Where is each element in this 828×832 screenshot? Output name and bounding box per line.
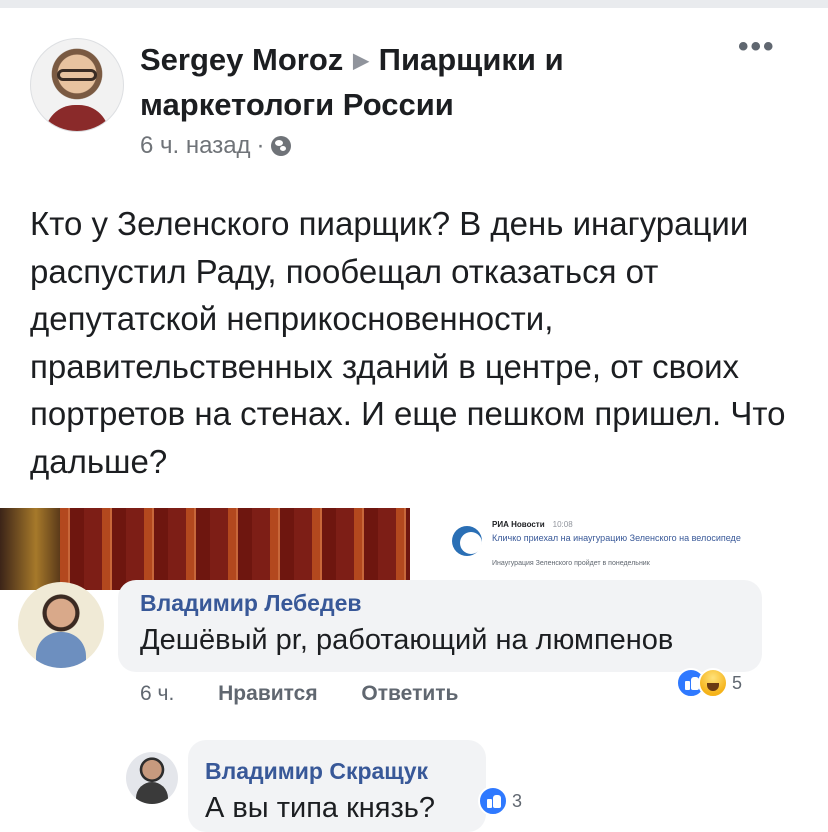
more-icon[interactable]: ••• [738, 30, 776, 64]
commenter-avatar[interactable] [126, 752, 178, 804]
commenter-avatar[interactable] [18, 582, 104, 668]
author-name-link[interactable]: Sergey Moroz [140, 42, 343, 77]
post-timestamp[interactable]: 6 ч. назад [140, 132, 251, 160]
avatar-glasses [57, 69, 97, 81]
preview-image-frame [0, 508, 60, 590]
globe-icon[interactable] [270, 136, 291, 156]
reply-button[interactable]: Ответить [361, 682, 458, 706]
avatar-body [136, 782, 168, 804]
avatar-body [36, 632, 86, 668]
post-meta: 6 ч. назад · [140, 132, 291, 160]
post-body-text: Кто у Зеленского пиарщик? В день инагура… [30, 205, 786, 480]
author-avatar[interactable] [30, 38, 124, 132]
haha-icon [698, 668, 728, 698]
comment-reactions[interactable]: 3 [478, 786, 522, 816]
link-preview[interactable]: РИА Новости 10:08 Кличко приехал на инауг… [0, 508, 828, 590]
ria-logo-icon [452, 526, 482, 556]
reaction-count: 5 [732, 672, 743, 693]
post-header: Sergey Moroz ▶ Пиарщики и маркетологи Росс… [140, 38, 700, 127]
comment-author[interactable]: Владимир Скращук [205, 758, 428, 785]
like-icon [478, 786, 508, 816]
news-subtitle: Инаугурация Зеленского пройдет в понедел… [492, 560, 650, 567]
top-divider [0, 0, 828, 8]
reaction-count: 3 [512, 790, 523, 811]
comment-time[interactable]: 6 ч. [140, 682, 174, 706]
comment-text: Дешёвый pr, работающий на люмпенов [140, 624, 674, 656]
news-source-name: РИА Новости [492, 520, 545, 529]
news-time: 10:08 [552, 520, 573, 529]
avatar-shirt [45, 105, 109, 131]
comment-reactions[interactable]: 5 [676, 666, 742, 700]
meta-separator: · [256, 132, 265, 159]
comment-author[interactable]: Владимир Лебедев [140, 590, 362, 617]
comment-actions: 6 ч. Нравится Ответить [140, 682, 458, 706]
news-headline[interactable]: Кличко приехал на инаугурацию Зеленского… [492, 532, 792, 545]
like-button[interactable]: Нравится [218, 682, 317, 706]
preview-image[interactable] [0, 508, 410, 590]
news-source: РИА Новости 10:08 [492, 520, 573, 529]
comment-text: А вы типа князь? [205, 792, 436, 824]
shared-to-arrow-icon: ▶ [353, 50, 369, 72]
